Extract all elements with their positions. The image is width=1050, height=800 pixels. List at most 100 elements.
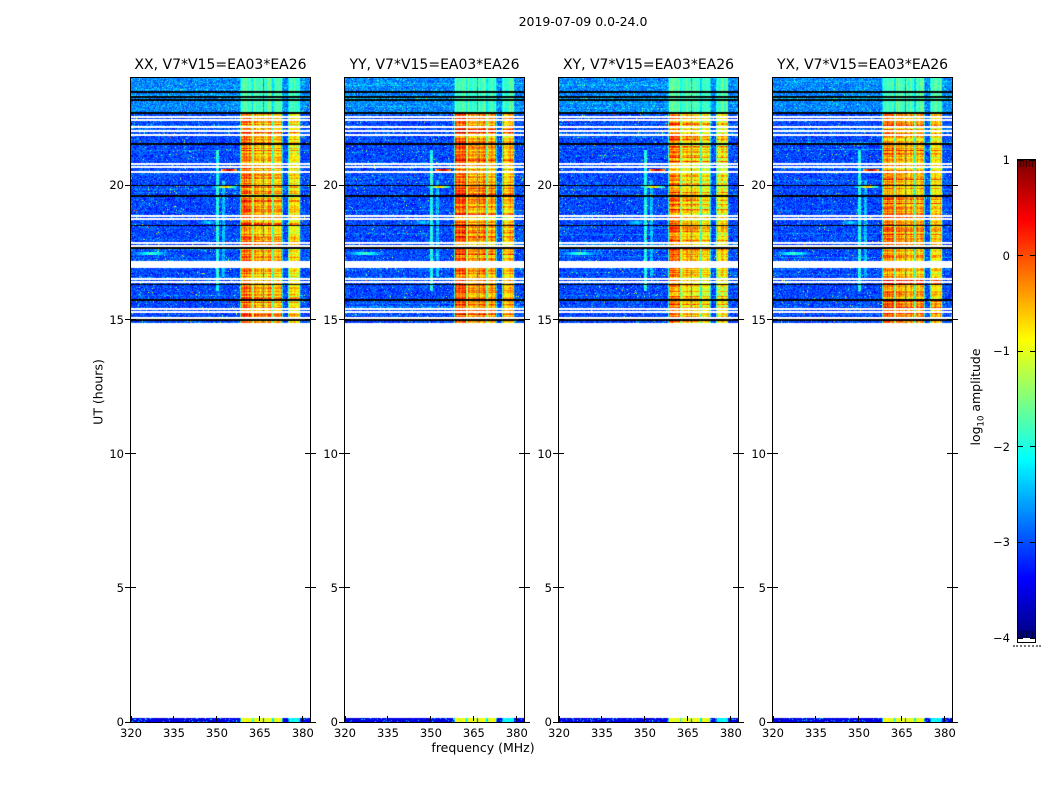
x-tick-mark	[216, 716, 218, 721]
x-tick-label: 380	[933, 726, 956, 740]
y-tick-mark	[947, 184, 958, 186]
colorbar	[1017, 159, 1036, 643]
x-tick-mark	[430, 716, 432, 721]
x-tick-mark	[259, 716, 261, 721]
x-tick-mark	[344, 716, 346, 721]
x-tick-label: 335	[804, 726, 827, 740]
y-tick-label: 15	[751, 312, 766, 327]
colorbar-tick-mark	[1018, 350, 1023, 352]
x-tick-mark	[772, 716, 774, 721]
y-tick-label: 20	[323, 178, 338, 193]
y-tick-label: 20	[537, 178, 552, 193]
y-tick-mark	[125, 721, 136, 723]
x-tick-mark	[815, 716, 817, 721]
y-tick-label: 0	[116, 715, 124, 729]
x-tick-mark	[558, 716, 560, 721]
y-tick-mark	[767, 319, 778, 320]
y-tick-mark	[947, 587, 958, 589]
figure: 2019-07-09 0.0-24.0 XX, V7*V15=EA03*EA26…	[0, 0, 1050, 800]
y-axis-label: UT (hours)	[90, 359, 106, 425]
panel-title-yy: YY, V7*V15=EA03*EA26	[349, 57, 520, 73]
colorbar-label-suffix: amplitude	[967, 348, 983, 416]
colorbar-tick-mark	[1018, 446, 1023, 448]
x-tick-label: 350	[205, 726, 228, 740]
y-tick-mark	[553, 184, 564, 186]
x-tick-label: 365	[676, 726, 699, 740]
x-tick-mark	[130, 716, 132, 721]
panel-xx	[130, 77, 311, 723]
x-tick-label: 350	[847, 726, 870, 740]
x-tick-mark	[473, 716, 475, 721]
y-tick-label: 5	[116, 580, 124, 595]
colorbar-tick-mark	[1030, 159, 1035, 161]
figure-title: 2019-07-09 0.0-24.0	[518, 14, 648, 29]
y-tick-label: 5	[544, 580, 552, 595]
x-tick-label: 350	[419, 726, 442, 740]
y-tick-mark	[125, 319, 136, 320]
y-tick-label: 15	[323, 312, 338, 327]
colorbar-tick-label: 0	[1002, 248, 1010, 263]
y-tick-mark	[339, 453, 350, 455]
colorbar-tick-label: 1	[1002, 153, 1010, 167]
spectrogram-canvas-xx	[131, 78, 310, 722]
spectrogram-canvas-yx	[773, 78, 952, 722]
spectrogram-canvas-xy	[559, 78, 738, 722]
y-tick-mark	[947, 453, 958, 455]
y-tick-label: 5	[330, 580, 338, 595]
colorbar-gradient	[1018, 160, 1035, 638]
y-tick-mark	[553, 721, 564, 723]
y-tick-mark	[339, 319, 350, 320]
y-tick-label: 10	[323, 446, 338, 461]
x-tick-mark	[173, 716, 175, 721]
colorbar-tick-mark	[1030, 255, 1035, 257]
x-tick-mark	[387, 716, 389, 721]
y-tick-mark	[947, 319, 958, 320]
colorbar-tick-mark	[1030, 541, 1035, 543]
x-tick-mark	[858, 716, 860, 721]
spectrogram-canvas-yy	[345, 78, 524, 722]
y-tick-mark	[339, 721, 350, 723]
colorbar-label-subscript: 10	[976, 415, 987, 427]
x-tick-label: 365	[890, 726, 913, 740]
x-tick-label: 365	[462, 726, 485, 740]
x-tick-label: 335	[590, 726, 613, 740]
y-tick-label: 10	[537, 446, 552, 461]
x-tick-label: 365	[248, 726, 271, 740]
x-tick-mark	[601, 716, 603, 721]
x-tick-mark	[944, 716, 946, 721]
y-tick-mark	[125, 184, 136, 186]
y-tick-mark	[553, 587, 564, 589]
panel-xy	[558, 77, 739, 723]
x-tick-mark	[901, 716, 903, 721]
colorbar-tick-label: −2	[993, 439, 1010, 454]
y-tick-mark	[125, 587, 136, 589]
colorbar-tick-mark	[1018, 637, 1023, 639]
y-tick-label: 5	[758, 580, 766, 595]
colorbar-tick-label: −3	[993, 535, 1010, 550]
y-tick-label: 15	[537, 312, 552, 327]
y-tick-mark	[767, 721, 778, 723]
y-tick-mark	[553, 319, 564, 320]
panel-yy	[344, 77, 525, 723]
y-tick-label: 0	[544, 715, 552, 729]
y-tick-mark	[553, 453, 564, 455]
y-tick-label: 0	[330, 715, 338, 729]
x-tick-label: 335	[162, 726, 185, 740]
colorbar-tick-mark	[1030, 637, 1035, 639]
colorbar-tick-mark	[1030, 350, 1035, 352]
colorbar-extend-dots	[1013, 645, 1041, 647]
panel-title-yx: YX, V7*V15=EA03*EA26	[776, 57, 949, 73]
y-tick-label: 15	[109, 312, 124, 327]
y-tick-mark	[767, 453, 778, 455]
y-tick-label: 20	[751, 178, 766, 193]
y-tick-mark	[339, 587, 350, 589]
y-tick-mark	[947, 721, 958, 723]
x-tick-mark	[687, 716, 689, 721]
panel-title-xy: XY, V7*V15=EA03*EA26	[562, 57, 735, 73]
colorbar-tick-mark	[1030, 446, 1035, 448]
colorbar-tick-mark	[1018, 159, 1023, 161]
x-tick-label: 350	[633, 726, 656, 740]
y-tick-label: 10	[751, 446, 766, 461]
colorbar-tick-label: −4	[993, 631, 1010, 645]
y-tick-mark	[125, 453, 136, 455]
